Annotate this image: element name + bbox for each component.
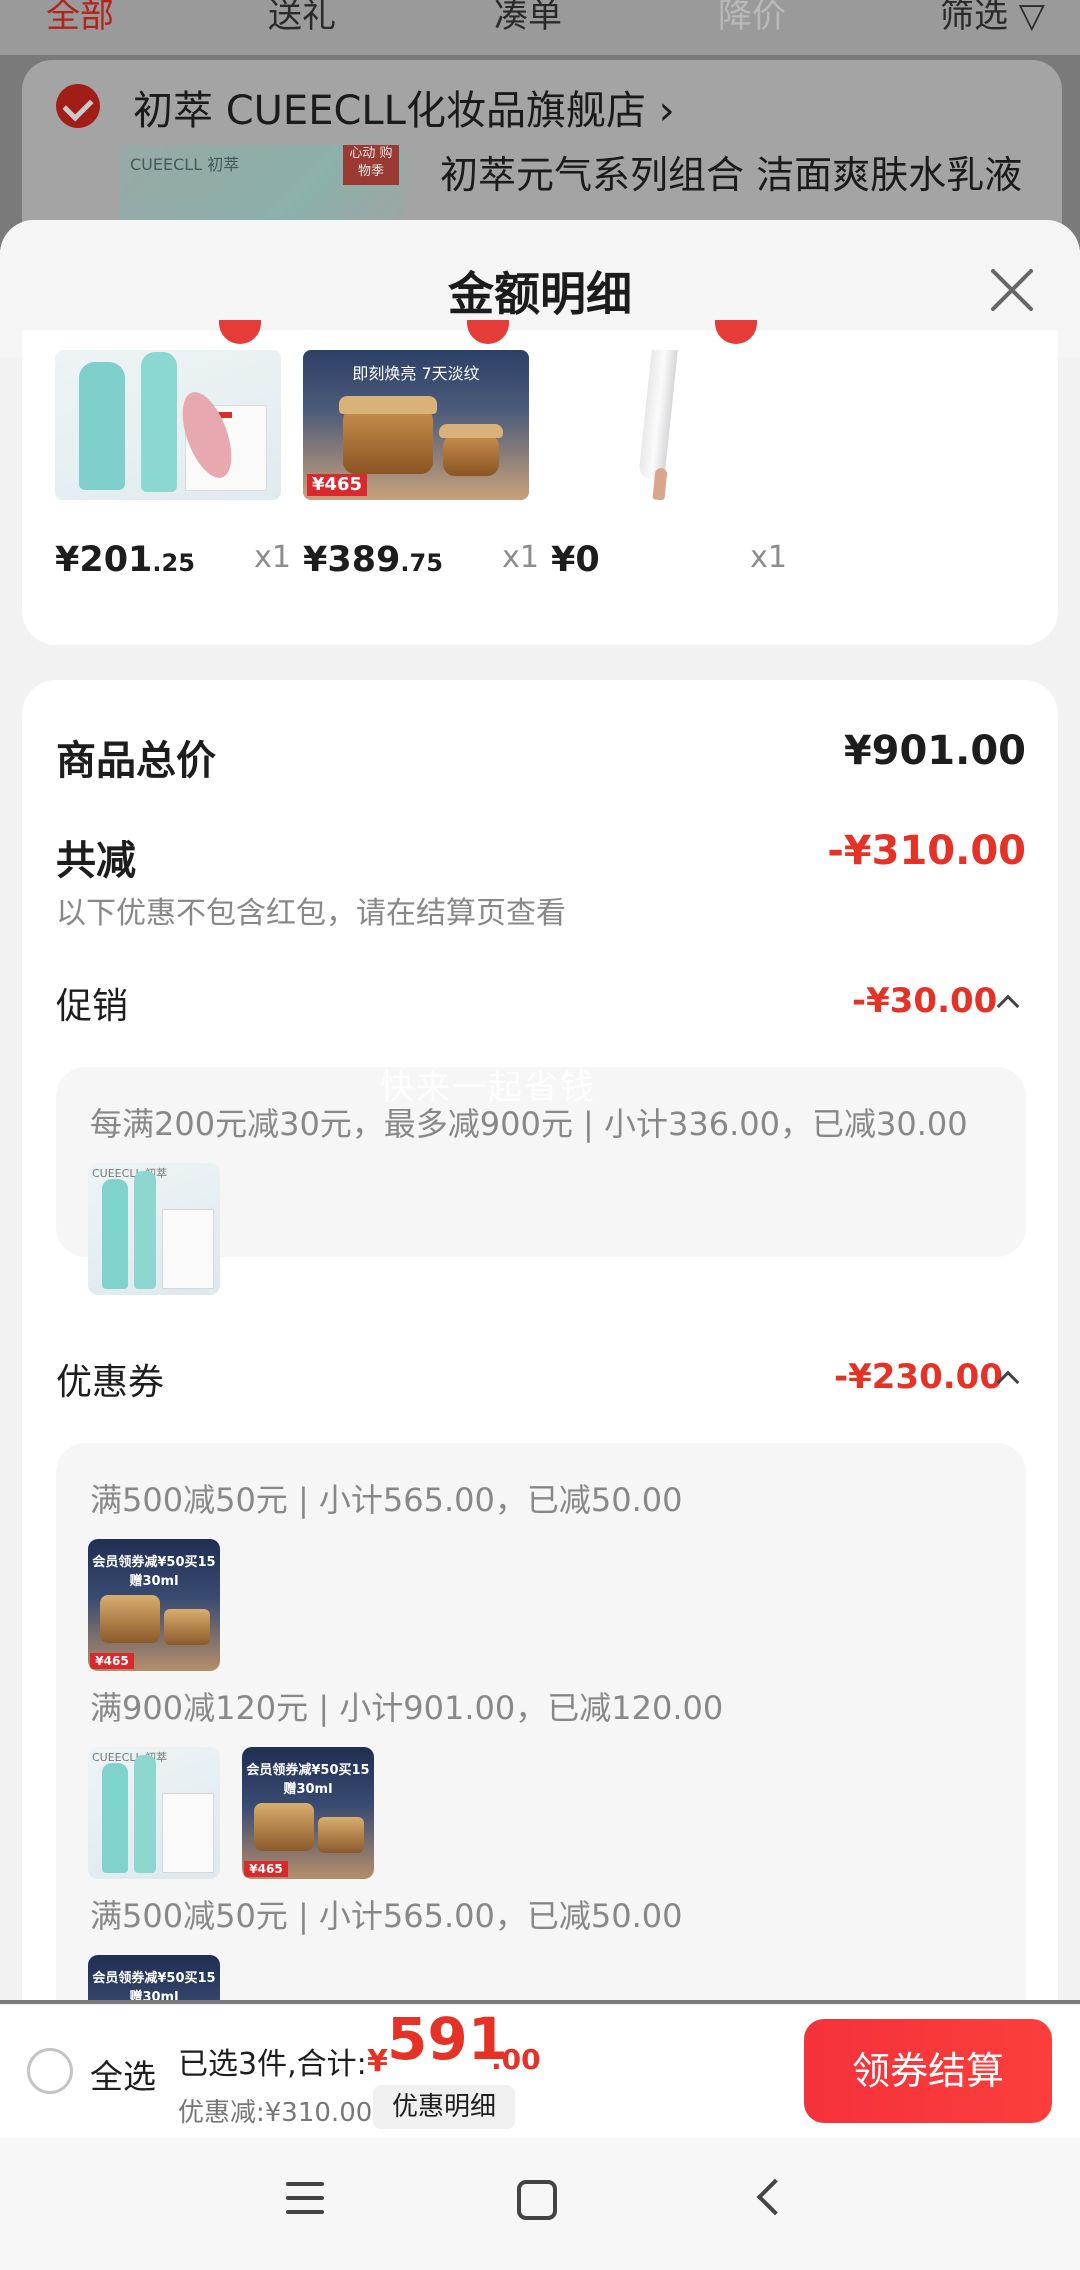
thumb-tag: 心动 购物季 (343, 145, 399, 185)
thumb-cream: 会员领券减¥50买15赠30ml¥465 (88, 1539, 220, 1671)
product-qty: x1 (254, 540, 291, 575)
thumb-skincare-set: CUEECLL 初萃 (88, 1163, 220, 1295)
promo-label: 促销 (56, 986, 129, 1027)
total-amount: 591 (387, 2005, 509, 2073)
selected-summary: 已选3件,合计: (178, 2047, 367, 2082)
total-currency: ¥ (367, 2044, 388, 2079)
coupon-rule: 满500减50元 | 小计565.00，已减50.00 (90, 1481, 683, 1519)
product-qty: x1 (502, 540, 539, 575)
tab-price-drop: 降价 (718, 0, 786, 36)
back-icon[interactable] (756, 2178, 794, 2216)
watermark: 快来一起省钱 (380, 1068, 596, 1108)
shop-name: 初萃 CUEECLL化妆品旗舰店 › (133, 88, 675, 134)
checkout-button[interactable]: 领券结算 (804, 2019, 1052, 2123)
price-detail-card: 商品总价 ¥901.00 共减 -¥310.00 以下优惠不包含红包，请在结算页… (22, 680, 1058, 2000)
promo-value[interactable]: -¥30.00 (852, 981, 997, 1021)
select-all-label[interactable]: 全选 (90, 2050, 156, 2098)
remove-badge-icon[interactable] (467, 320, 509, 344)
amount-detail-sheet: 金额明细 ¥201.25 x1 即刻焕亮 7天淡纹 ¥465 ¥389.75 x… (0, 220, 1080, 2000)
product-image-pen (551, 350, 777, 500)
tab-bundle: 凑单 (494, 0, 562, 36)
coupon-rule: 满500减50元 | 小计565.00，已减50.00 (90, 1897, 683, 1935)
coupon-label: 优惠券 (56, 1362, 165, 1403)
background-product-title: 初萃元气系列组合 洁面爽肤水乳液 (440, 153, 1023, 197)
shop-checkbox-icon (56, 84, 100, 128)
discount-summary: 优惠减:¥310.00 (178, 2098, 373, 2128)
thumb-skincare-set: CUEECLL 初萃 (88, 1747, 220, 1879)
discount-detail-button[interactable]: 优惠明细 (373, 2085, 515, 2129)
reduce-note: 以下优惠不包含红包，请在结算页查看 (56, 896, 566, 931)
product-image-cream: 即刻焕亮 7天淡纹 ¥465 (303, 350, 529, 500)
product-image-skincare-set (55, 350, 281, 500)
remove-badge-icon[interactable] (715, 320, 757, 344)
tab-all: 全部 (46, 0, 114, 36)
total-price-value: ¥901.00 (843, 728, 1026, 774)
product-strip: ¥201.25 x1 即刻焕亮 7天淡纹 ¥465 ¥389.75 x1 ¥0 … (22, 320, 1058, 645)
system-navigation-bar (0, 2138, 1080, 2270)
chevron-up-icon[interactable] (996, 994, 1020, 1018)
product-price: ¥0 (551, 540, 600, 580)
coupon-rule: 满900减120元 | 小计901.00，已减120.00 (90, 1689, 724, 1727)
product-qty: x1 (750, 540, 787, 575)
product-price: ¥201.25 (55, 540, 195, 580)
thumb-cream: 会员领券减¥50买15赠30ml¥465 (242, 1747, 374, 1879)
remove-badge-icon[interactable] (219, 320, 261, 344)
tab-gift: 送礼 (268, 0, 336, 36)
thumb-cream: 会员领券减¥50买15赠30ml¥465 (88, 1955, 220, 2000)
total-amount-decimal: .00 (491, 2043, 541, 2076)
coupon-detail-box: 满500减50元 | 小计565.00，已减50.00 会员领券减¥50买15赠… (56, 1443, 1026, 2000)
product-price: ¥389.75 (303, 540, 443, 580)
coupon-value[interactable]: -¥230.00 (834, 1357, 1003, 1397)
thumb-brand: CUEECLL 初萃 (130, 155, 240, 174)
checkout-bar: 全选 已选3件,合计: ¥ 591 .00 优惠减:¥310.00 优惠明细 领… (0, 2004, 1080, 2138)
home-icon[interactable] (517, 2180, 557, 2220)
sheet-title: 金额明细 (448, 267, 632, 321)
total-reduce-value: -¥310.00 (827, 828, 1026, 874)
select-all-radio[interactable] (27, 2048, 73, 2094)
tab-filter: 筛选 ▽ (940, 0, 1045, 36)
total-price-label: 商品总价 (56, 738, 216, 784)
total-reduce-label: 共减 (56, 838, 136, 884)
menu-icon[interactable] (286, 2182, 324, 2214)
background-tab-bar: 全部 送礼 凑单 降价 筛选 ▽ (0, 0, 1080, 55)
close-icon[interactable] (987, 265, 1037, 315)
